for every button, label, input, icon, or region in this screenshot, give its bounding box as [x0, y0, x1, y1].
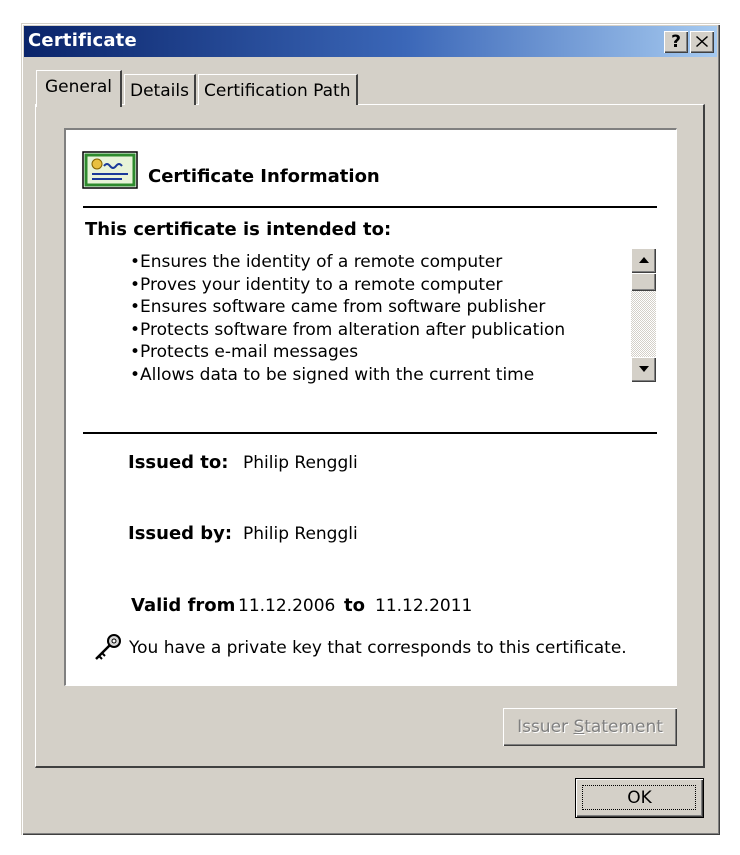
- purposes-scrollbar[interactable]: [631, 248, 656, 382]
- scroll-thumb[interactable]: [631, 273, 656, 291]
- issuer-statement-label-post: tatement: [584, 717, 663, 737]
- focus-rectangle: [582, 785, 696, 810]
- valid-from-label: Valid from: [131, 595, 236, 616]
- issuer-statement-label-pre: Issuer: [517, 717, 574, 737]
- tab-certification-path[interactable]: Certification Path: [198, 74, 358, 105]
- issuer-statement-button[interactable]: Issuer Statement: [503, 708, 677, 746]
- valid-to-label: to: [344, 595, 365, 616]
- tab-general-label: General: [45, 77, 112, 97]
- issued-by-value: Philip Renggli: [243, 524, 358, 544]
- valid-from-value: 11.12.2006: [238, 596, 336, 616]
- certificate-icon: [82, 151, 138, 189]
- issued-to-label: Issued to:: [128, 452, 229, 473]
- help-button[interactable]: ?: [664, 31, 688, 53]
- divider-top: [83, 206, 657, 208]
- key-icon: [95, 634, 121, 660]
- purpose-item: Proves your identity to a remote compute…: [130, 274, 565, 297]
- purpose-item: Protects software from alteration after …: [130, 319, 565, 342]
- valid-to-value: 11.12.2011: [375, 596, 473, 616]
- close-button[interactable]: [690, 31, 714, 53]
- tab-details[interactable]: Details: [124, 74, 196, 105]
- purpose-item: Allows data to be signed with the curren…: [130, 364, 565, 387]
- private-key-note: You have a private key that corresponds …: [129, 638, 627, 658]
- issued-to-value: Philip Renggli: [243, 453, 358, 473]
- divider-bottom: [83, 432, 657, 434]
- tab-details-label: Details: [130, 81, 189, 101]
- scroll-up-button[interactable]: [631, 248, 656, 273]
- purpose-item: Ensures the identity of a remote compute…: [130, 251, 565, 274]
- purpose-item: Protects e-mail messages: [130, 341, 565, 364]
- tab-general[interactable]: General: [36, 70, 122, 107]
- scroll-down-arrow-icon: [638, 366, 649, 372]
- purposes-list: Ensures the identity of a remote compute…: [130, 251, 565, 386]
- issued-by-label: Issued by:: [128, 523, 233, 544]
- tab-certification-path-label: Certification Path: [204, 81, 351, 101]
- window-title: Certificate: [28, 30, 137, 51]
- close-icon: [696, 36, 708, 47]
- issuer-statement-label-mnemonic: S: [573, 717, 585, 737]
- scroll-down-button[interactable]: [631, 357, 656, 382]
- purpose-item: Ensures software came from software publ…: [130, 296, 565, 319]
- title-bar[interactable]: Certificate ?: [24, 26, 717, 57]
- ok-button[interactable]: OK: [576, 779, 703, 817]
- intended-purposes-heading: This certificate is intended to:: [85, 219, 392, 240]
- certificate-info-heading: Certificate Information: [148, 166, 380, 187]
- scroll-up-arrow-icon: [638, 257, 649, 263]
